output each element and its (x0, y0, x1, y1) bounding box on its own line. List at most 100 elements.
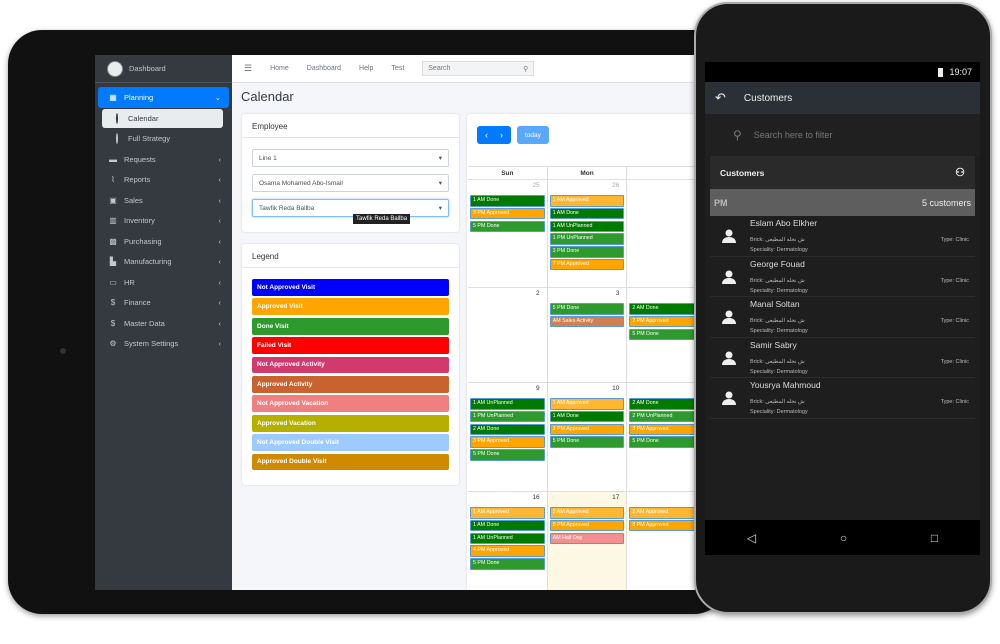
sidebar-item-requests[interactable]: ▬ Requests ‹ (98, 149, 229, 170)
nav-link-test[interactable]: Test (391, 65, 404, 72)
day-number: 17 (612, 494, 620, 501)
calendar-event[interactable]: 5 PM Done (549, 303, 625, 315)
calendar-event[interactable]: AM Half Day (549, 532, 625, 545)
customer-item[interactable]: George Fouad Brick: ش نخله المطيعى Special… (710, 257, 975, 298)
calendar-event[interactable]: 3 PM Approved (549, 423, 625, 436)
page-title: Calendar (241, 89, 294, 104)
calendar-event[interactable]: 5 PM Done (629, 328, 695, 341)
nav-link-help[interactable]: Help (359, 65, 373, 72)
calendar-event[interactable]: 2 PM Approved (629, 315, 695, 328)
customer-type: Type: Clinic (940, 318, 969, 325)
nav-link-dashboard[interactable]: Dashboard (307, 65, 341, 72)
sidebar-item-hr[interactable]: ▭ HR ‹ (98, 272, 229, 293)
sidebar-item-finance[interactable]: $ Finance ‹ (98, 293, 229, 314)
day-cell[interactable]: 2 AM Done 2 PM Approved 5 PM Done (627, 288, 695, 382)
tooltip: Tawfik Reda Ballba (353, 214, 411, 224)
filter-input[interactable]: ⚲ Search here to filter (705, 114, 980, 156)
calendar-event[interactable]: 7 PM Approved (549, 258, 625, 271)
customer-item[interactable]: Samir Sabry Brick: ش نخله المطيعى Speciali… (710, 338, 975, 379)
calendar-event[interactable]: 5 PM Done (549, 436, 625, 448)
sidebar-item-system-settings[interactable]: ⚙ System Settings ‹ (98, 334, 229, 355)
calendar-event[interactable]: 1 AM UnPlanned (470, 532, 545, 545)
recents-nav-icon[interactable]: □ (931, 531, 938, 545)
calendar-event[interactable]: 3 PM Approved (470, 436, 545, 448)
sidebar-item-master-data[interactable]: $ Master Data ‹ (98, 313, 229, 334)
calendar-event[interactable]: 2 PM UnPlanned (629, 410, 695, 423)
search-icon[interactable]: ⚲ (523, 65, 528, 73)
sidebar-item-reports[interactable]: ⌇ Reports ‹ (98, 170, 229, 191)
customer-item[interactable]: Yousrya Mahmoud Brick: ش نخله المطيعى Spec… (710, 378, 975, 419)
line-select[interactable]: Line 1 ▾ (252, 149, 449, 167)
calendar-event[interactable]: 8 PM Approved (629, 519, 695, 532)
calendar-event[interactable]: 3 PM Approved (470, 207, 545, 220)
customer-name: Eslam Abo Elkher (750, 218, 818, 228)
calendar-event[interactable]: 5 PM Done (629, 436, 695, 448)
calendar-event[interactable]: 1 AM UnPlanned (549, 220, 625, 233)
calendar-event[interactable]: 5 PM Done (470, 449, 545, 461)
customer-item[interactable]: Manal Soltan Brick: ش نخله المطيعى Special… (710, 297, 975, 338)
brand-link[interactable]: Dashboard (95, 55, 232, 83)
sidebar-item-sales[interactable]: ▣ Sales ‹ (98, 190, 229, 211)
circle-shape (116, 133, 118, 145)
calendar-event[interactable]: 2 AM Done (629, 303, 695, 315)
calendar-event[interactable]: 1 AM Done (549, 410, 625, 423)
sidebar-item-full-strategy[interactable]: Full Strategy (98, 129, 229, 150)
day-cell[interactable]: 17 2 AM Approved 8 PM Approved AM Half Day (547, 492, 628, 590)
day-cell[interactable]: 10 1 AM Approved 1 AM Done 3 PM Approved 5 P… (548, 383, 628, 491)
menu-toggle-icon[interactable]: ☰ (244, 63, 252, 74)
calendar-event[interactable]: 1 PM UnPlanned (549, 233, 625, 245)
day-cell[interactable]: 26 1 AM Approved 1 AM Done 1 AM UnPlanned 1 … (548, 180, 628, 287)
customer-type: Type: Clinic (940, 237, 969, 243)
sidebar-item-manufacturing[interactable]: ▙ Manufacturing ‹ (98, 252, 229, 273)
search-input[interactable]: Search ⚲ (422, 61, 535, 76)
employee-select[interactable]: Tawfik Reda Ballba ▾ Tawfik Reda Ballba (252, 199, 449, 224)
home-nav-icon[interactable]: ○ (840, 531, 847, 545)
nav-link-home[interactable]: Home (270, 65, 289, 72)
calendar-event[interactable]: 4 PM Approved (470, 545, 545, 557)
calendar-event[interactable]: 5 PM Done (470, 558, 545, 570)
calendar-event[interactable]: 1 AM Done (470, 195, 545, 207)
calendar-event[interactable]: 1 PM UnPlanned (470, 410, 545, 423)
day-cell[interactable]: 2 AM Done 2 PM UnPlanned 3 PM Approved 5 PM… (627, 383, 695, 491)
calendar-event[interactable]: 1 AM Done (470, 519, 545, 532)
calendar-event[interactable]: 8 PM Approved (549, 519, 625, 532)
calendar-event[interactable]: 3 PM Approved (629, 423, 695, 436)
day-header (627, 167, 695, 179)
calendar-event[interactable]: 5 PM Done (470, 220, 545, 233)
calendar-event[interactable]: 1 AM Approved (549, 195, 625, 207)
back-icon[interactable]: ↶ (715, 90, 726, 106)
sidebar-item-calendar[interactable]: Calendar (102, 108, 223, 128)
circle-shape (116, 112, 118, 124)
day-cell[interactable]: 3 5 PM Done AM Sales Activity (548, 288, 628, 382)
today-button[interactable]: today (517, 126, 549, 144)
day-cell[interactable]: 25 1 AM Done 3 PM Approved 5 PM Done (468, 180, 548, 287)
customer-item[interactable]: Eslam Abo Elkher Brick: ش نخله المطيعى Spe… (710, 216, 975, 257)
calendar-event[interactable]: 1 AM UnPlanned (470, 398, 545, 410)
customer-speciality: Speciality: Dermatology (750, 368, 808, 375)
next-button[interactable]: › (500, 130, 503, 140)
calendar-event[interactable]: 1 AM Approved (549, 398, 625, 410)
day-number: 2 (536, 290, 540, 297)
calendar-event[interactable]: 1 AM Approved (470, 507, 545, 519)
day-cell[interactable] (627, 180, 695, 287)
back-nav-icon[interactable]: ◁ (747, 531, 756, 545)
calendar-event[interactable]: 2 AM Approved (629, 507, 695, 519)
group-header[interactable]: PM 5 customers (710, 189, 975, 216)
sidebar-item-purchasing[interactable]: ▩ Purchasing ‹ (98, 231, 229, 252)
calendar-event[interactable]: AM Sales Activity (549, 315, 625, 328)
day-cell[interactable]: 2 (468, 288, 548, 382)
calendar-event[interactable]: 2 AM Done (629, 398, 695, 410)
day-cell[interactable]: 16 1 AM Approved 1 AM Done 1 AM UnPlanned 4 … (468, 492, 548, 590)
prev-button[interactable]: ‹ (485, 130, 488, 140)
manager-select[interactable]: Osama Mohamed Abo-Ismail ▾ (252, 174, 449, 192)
customer-speciality: Speciality: Dermatology (750, 247, 808, 253)
day-cell[interactable]: 2 AM Approved 8 PM Approved (627, 492, 695, 590)
sidebar-item-planning[interactable]: ▦ Planning ⌄ (98, 87, 229, 108)
calendar-event[interactable]: 2 AM Done (470, 423, 545, 436)
users-icon[interactable]: ⚇ (955, 166, 965, 179)
calendar-event[interactable]: 2 AM Approved (549, 507, 625, 519)
day-cell[interactable]: 9 1 AM UnPlanned 1 PM UnPlanned 2 AM Done 3 … (468, 383, 548, 491)
calendar-event[interactable]: 3 PM Done (549, 246, 625, 258)
calendar-event[interactable]: 1 AM Done (549, 207, 625, 220)
sidebar-item-inventory[interactable]: ▥ Inventory ‹ (98, 211, 229, 232)
